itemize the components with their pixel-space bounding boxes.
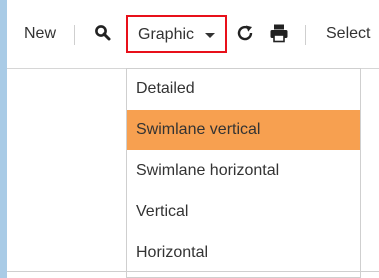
toolbar: New Graphic Select	[7, 0, 379, 69]
menu-item-horizontal[interactable]: Horizontal	[127, 233, 360, 273]
graphic-label: Graphic	[138, 26, 195, 43]
printer-icon[interactable]	[269, 23, 289, 43]
refresh-icon[interactable]	[236, 24, 254, 42]
menu-item-detailed[interactable]: Detailed	[127, 69, 360, 109]
magnifier-icon[interactable]	[94, 24, 112, 42]
graphic-dropdown-menu: Detailed Swimlane vertical Swimlane hori…	[126, 68, 361, 278]
menu-item-vertical[interactable]: Vertical	[127, 192, 360, 232]
new-button[interactable]: New	[24, 25, 56, 43]
graphic-dropdown-button[interactable]: Graphic	[126, 15, 227, 53]
toolbar-separator	[305, 25, 306, 45]
select-button[interactable]: Select	[326, 25, 370, 43]
app-panel: New Graphic Select Detailed Swimlane ver…	[7, 0, 379, 278]
menu-item-swimlane-horizontal[interactable]: Swimlane horizontal	[127, 151, 360, 191]
chevron-down-icon	[205, 33, 215, 38]
menu-item-swimlane-vertical[interactable]: Swimlane vertical	[127, 110, 360, 150]
divider	[7, 271, 379, 272]
toolbar-separator	[74, 25, 75, 45]
